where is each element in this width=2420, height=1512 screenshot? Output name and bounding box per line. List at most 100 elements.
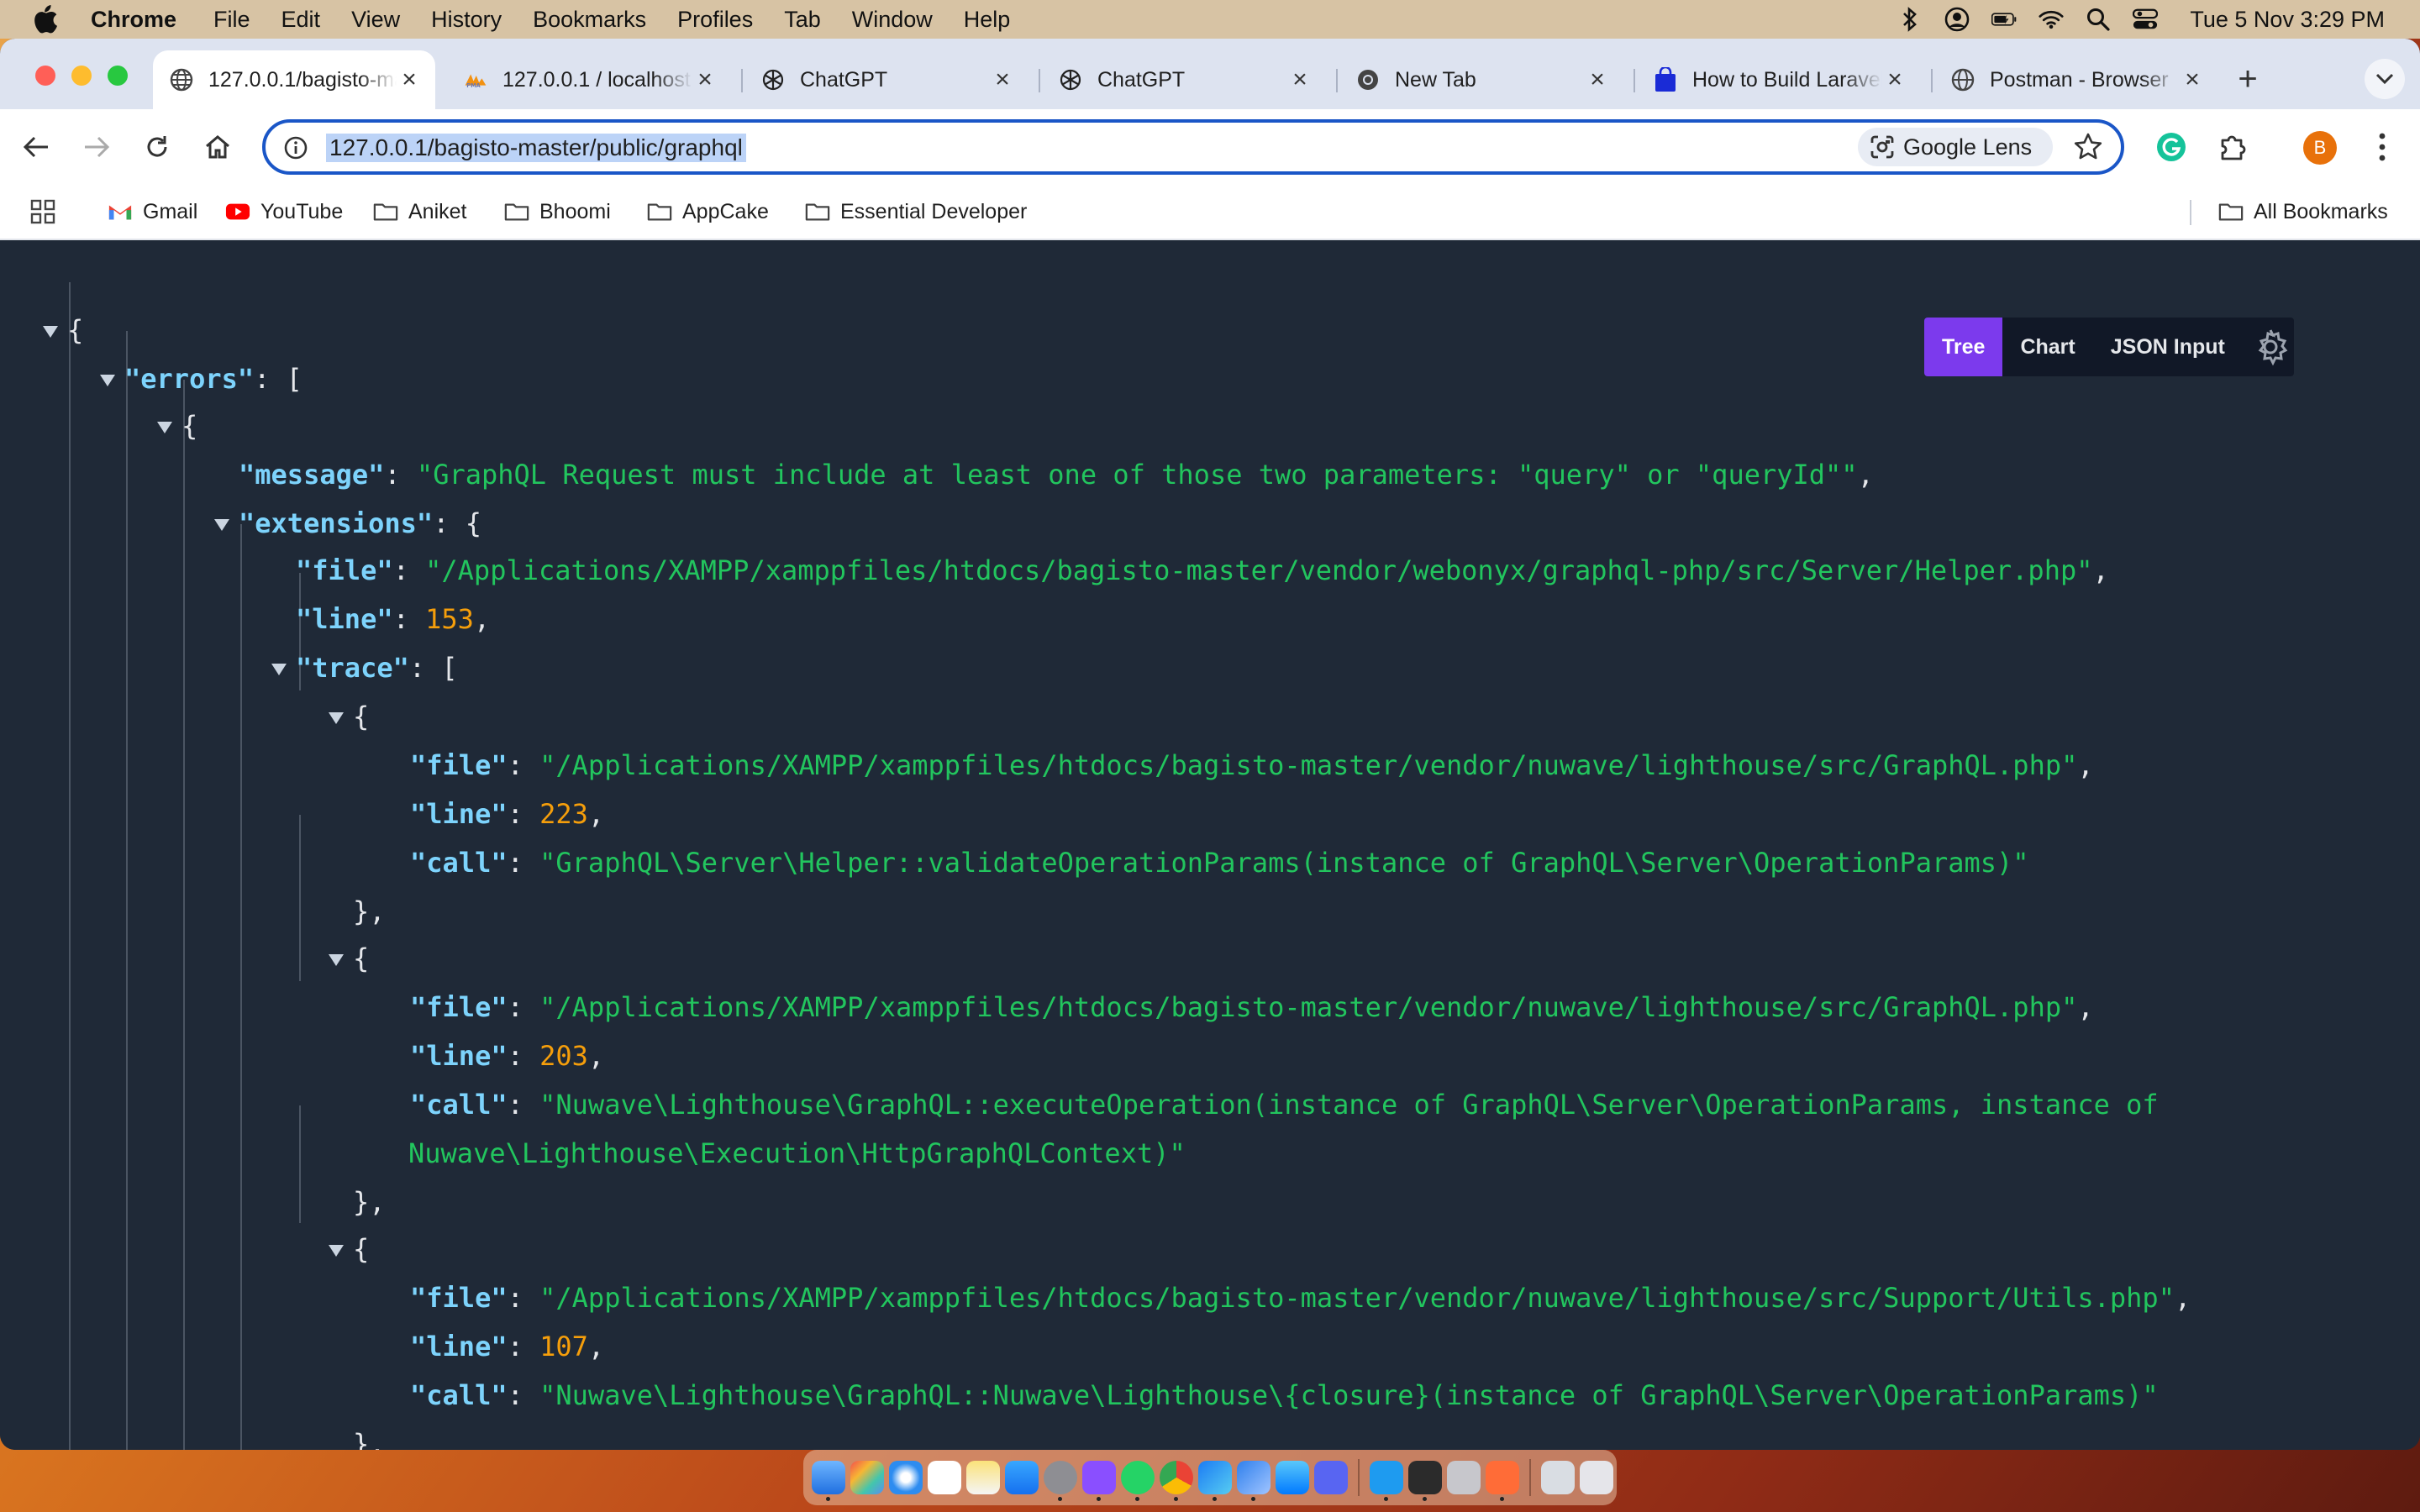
close-tab-icon[interactable]: × <box>2180 67 2205 92</box>
menu-window[interactable]: Window <box>852 7 933 33</box>
battery-icon[interactable] <box>1991 7 2017 32</box>
collapse-toggle[interactable] <box>329 712 344 724</box>
menu-help[interactable]: Help <box>964 7 1011 33</box>
tab-chatgpt-2[interactable]: ChatGPT × <box>1042 50 1326 109</box>
wifi-icon[interactable] <box>2039 7 2064 32</box>
address-bar[interactable]: 127.0.0.1/bagisto-master/public/graphql … <box>262 119 2124 175</box>
notes-dock-icon[interactable] <box>966 1461 1000 1494</box>
bookmark-folder-essential-developer[interactable]: Essential Developer <box>805 197 1027 227</box>
collapse-toggle[interactable] <box>329 1245 344 1257</box>
tab-search-button[interactable] <box>2365 59 2405 99</box>
json-root-open: { <box>67 314 84 346</box>
minimize-window-button[interactable] <box>71 66 92 86</box>
tab-json-input[interactable]: JSON Input <box>2093 318 2243 376</box>
collapse-toggle[interactable] <box>100 375 115 386</box>
bookmark-gmail[interactable]: Gmail <box>108 197 197 227</box>
bookmark-label: AppCake <box>682 199 769 223</box>
apps-grid-button[interactable] <box>30 197 66 227</box>
calendar-dock-icon[interactable] <box>928 1461 961 1494</box>
extensions-puzzle-icon[interactable] <box>2215 129 2250 165</box>
launchpad-dock-icon[interactable] <box>850 1461 884 1494</box>
json-errors-key: "errors": [ <box>124 363 302 395</box>
all-bookmarks-button[interactable]: All Bookmarks <box>2218 197 2388 227</box>
home-button[interactable] <box>198 128 237 166</box>
collapse-toggle[interactable] <box>271 664 287 675</box>
bookmark-youtube[interactable]: YouTube <box>225 197 343 227</box>
grammarly-extension-icon[interactable] <box>2154 129 2189 165</box>
gear-icon[interactable] <box>2248 324 2293 370</box>
whatsapp-dock-icon[interactable] <box>1121 1461 1155 1501</box>
trash-dock-icon[interactable] <box>1580 1461 1613 1494</box>
forward-button[interactable] <box>77 128 116 166</box>
user-account-icon[interactable] <box>1944 7 1970 32</box>
system-settings-dock-icon[interactable] <box>1044 1461 1077 1501</box>
collapse-toggle[interactable] <box>329 954 344 966</box>
close-window-button[interactable] <box>35 66 55 86</box>
spotlight-search-icon[interactable] <box>2086 7 2111 32</box>
bookmark-star-icon[interactable] <box>2072 131 2104 163</box>
tab-phpmyadmin[interactable]: PMA 127.0.0.1 / localhost × <box>447 50 731 109</box>
menu-file[interactable]: File <box>213 7 250 33</box>
github-desktop-dock-icon[interactable] <box>1082 1461 1116 1501</box>
bookmark-folder-appcake[interactable]: AppCake <box>647 197 769 227</box>
vscode-dock-icon[interactable] <box>1370 1461 1403 1501</box>
profile-avatar[interactable]: B <box>2303 131 2337 165</box>
terminal-dock-icon[interactable] <box>1408 1461 1442 1501</box>
tab-chatgpt-1[interactable]: ChatGPT × <box>744 50 1028 109</box>
tab-postman[interactable]: Postman - Browser × <box>1934 50 2218 109</box>
testflight-dock-icon[interactable] <box>1276 1461 1309 1494</box>
apple-logo-icon[interactable] <box>34 5 59 34</box>
menu-view[interactable]: View <box>351 7 400 33</box>
more-menu-icon[interactable] <box>2370 129 2395 165</box>
zoom-window-button[interactable] <box>108 66 128 86</box>
back-button[interactable] <box>17 128 55 166</box>
google-lens-button[interactable]: Google Lens <box>1858 128 2053 166</box>
tab-title: How to Build Laravel <box>1692 67 1882 92</box>
json-trace-item-close: }, <box>353 1428 386 1450</box>
chrome-dock-icon[interactable] <box>1160 1461 1193 1501</box>
xcode-dock-icon[interactable] <box>1198 1461 1232 1501</box>
preview-dock-icon[interactable] <box>1447 1461 1481 1494</box>
close-tab-icon[interactable]: × <box>1882 67 1907 92</box>
bookmark-folder-aniket[interactable]: Aniket <box>373 197 466 227</box>
tab-graphql[interactable]: 127.0.0.1/bagisto-master/public/graphql … <box>153 50 435 109</box>
globe-icon <box>170 68 193 92</box>
site-info-icon[interactable] <box>284 136 308 160</box>
menu-edit[interactable]: Edit <box>281 7 321 33</box>
collapse-toggle[interactable] <box>214 519 229 531</box>
reload-button[interactable] <box>138 128 176 166</box>
menu-app-name[interactable]: Chrome <box>91 7 176 33</box>
tab-new-tab[interactable]: New Tab × <box>1339 50 1623 109</box>
app-store-dock-icon[interactable] <box>1005 1461 1039 1494</box>
close-tab-icon[interactable]: × <box>692 67 718 92</box>
lens-label: Google Lens <box>1903 134 2033 160</box>
menu-profiles[interactable]: Profiles <box>677 7 753 33</box>
tab-laravel[interactable]: How to Build Laravel × <box>1637 50 1921 109</box>
downloads-stack-dock-icon[interactable] <box>1541 1461 1575 1494</box>
tab-chart[interactable]: Chart <box>2002 318 2092 376</box>
menu-tab[interactable]: Tab <box>784 7 821 33</box>
close-tab-icon[interactable]: × <box>397 67 422 92</box>
close-tab-icon[interactable]: × <box>1585 67 1610 92</box>
finder-dock-icon[interactable] <box>812 1461 845 1501</box>
discord-dock-icon[interactable] <box>1314 1461 1348 1494</box>
json-viewer: { "errors": [ { "message": "GraphQL Requ… <box>0 240 2420 1450</box>
collapse-toggle[interactable] <box>157 422 172 433</box>
close-tab-icon[interactable]: × <box>990 67 1015 92</box>
collapse-toggle[interactable] <box>43 326 58 338</box>
tab-title: ChatGPT <box>800 67 888 92</box>
indent-guide <box>240 524 242 1450</box>
control-center-icon[interactable] <box>2133 7 2159 32</box>
close-tab-icon[interactable]: × <box>1287 67 1313 92</box>
menu-bookmarks[interactable]: Bookmarks <box>533 7 646 33</box>
bookmark-folder-bhoomi[interactable]: Bhoomi <box>504 197 611 227</box>
new-tab-button[interactable]: + <box>2231 62 2265 96</box>
tab-tree[interactable]: Tree <box>1924 318 2003 376</box>
bluetooth-icon[interactable] <box>1897 7 1923 32</box>
url-text[interactable]: 127.0.0.1/bagisto-master/public/graphql <box>326 134 746 162</box>
safari-dock-icon[interactable] <box>889 1461 923 1494</box>
postman-dock-icon[interactable] <box>1486 1461 1519 1501</box>
menu-history[interactable]: History <box>431 7 502 33</box>
menu-clock[interactable]: Tue 5 Nov 3:29 PM <box>2190 7 2385 33</box>
simulator-dock-icon[interactable] <box>1237 1461 1270 1501</box>
